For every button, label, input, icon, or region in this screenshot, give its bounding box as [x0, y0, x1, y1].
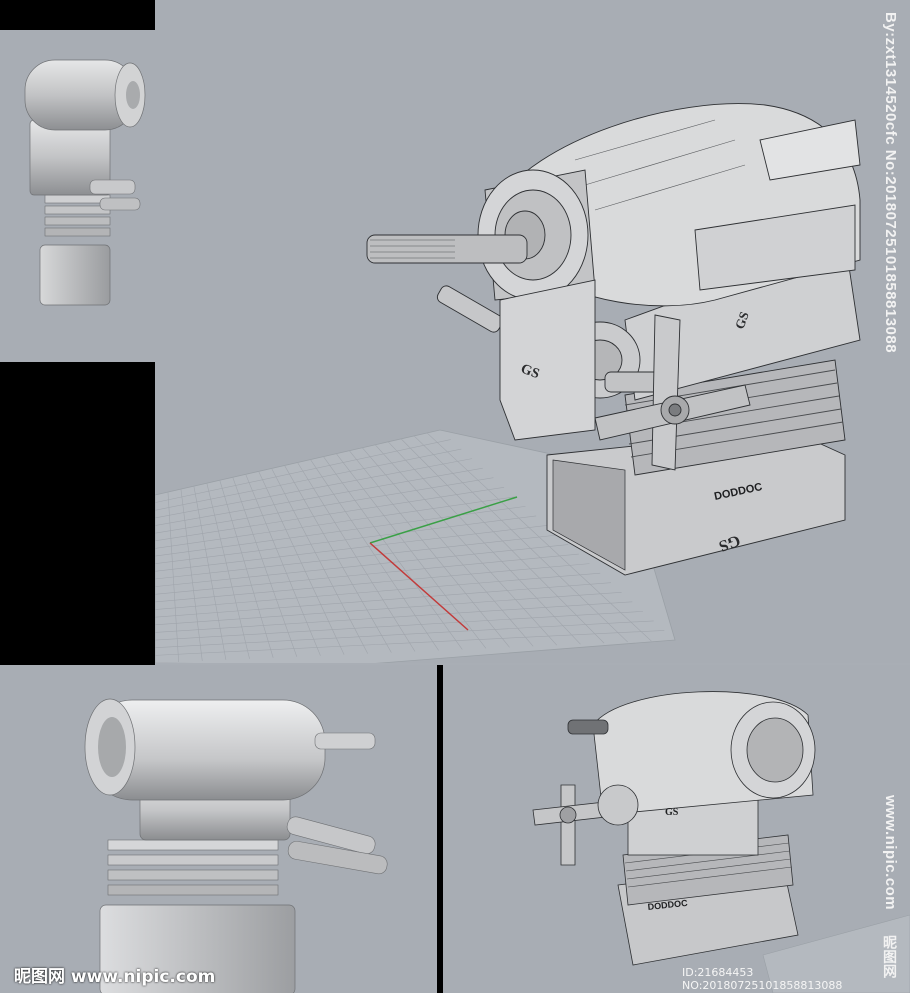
- rear-engine-badge: GS: [665, 807, 679, 818]
- viewport-main-perspective[interactable]: GS GS GS DODDOC: [155, 0, 910, 663]
- viewport-bottom-right[interactable]: GS DODDOC: [443, 665, 910, 993]
- main-perspective-canvas: GS GS GS DODDOC: [155, 103, 861, 663]
- engine-render-shaded-large: [84, 698, 388, 993]
- engine-render-shaded-small: [24, 59, 146, 306]
- viewport-bottom-left[interactable]: [0, 665, 435, 993]
- footer-brand-watermark: 昵图网 www.nipic.com: [14, 967, 216, 987]
- frame-black-left-panel: [0, 362, 155, 665]
- footer-id-watermark: ID:21684453 NO:20180725101858813088: [682, 966, 843, 992]
- engine-render-wireframe-rear: GS DODDOC: [532, 691, 910, 993]
- frame-black-top-left: [0, 0, 155, 30]
- watermark-vertical-site: www.nipic.com: [882, 795, 899, 911]
- watermark-vertical-id: By:zxt1314520cfc No:20180725101858813088: [882, 12, 899, 354]
- viewport-top-left[interactable]: [0, 30, 155, 360]
